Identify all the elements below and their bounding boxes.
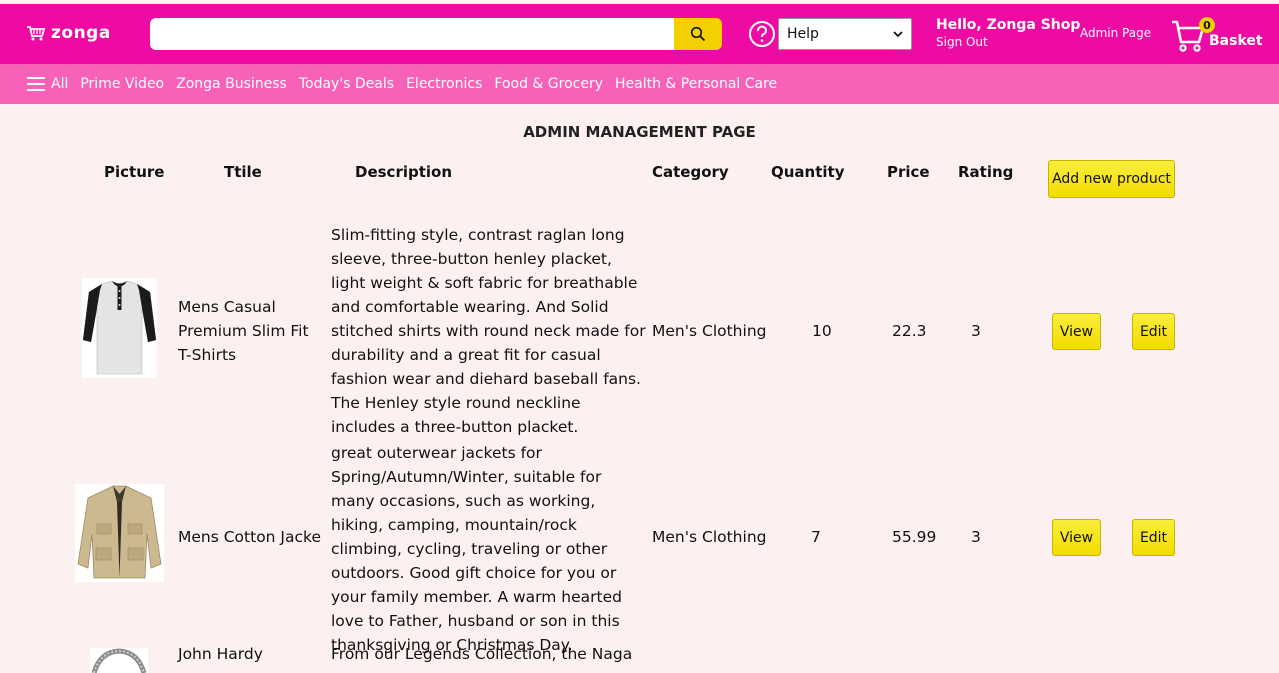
page-title: ADMIN MANAGEMENT PAGE bbox=[523, 123, 756, 141]
product-description: Slim-fitting style, contrast raglan long… bbox=[331, 226, 646, 436]
cart-logo-icon bbox=[27, 26, 46, 41]
product-image-jacket[interactable] bbox=[75, 484, 164, 582]
edit-button[interactable]: Edit bbox=[1132, 313, 1175, 350]
search-input[interactable] bbox=[150, 18, 674, 50]
product-description: great outerwear jackets for Spring/Autum… bbox=[331, 444, 622, 654]
column-header-rating: Rating bbox=[958, 163, 1014, 181]
product-category: Men's Clothing bbox=[652, 322, 767, 340]
product-description: From our Legends Collection, the Naga wa… bbox=[331, 645, 633, 673]
nav-item-electronics[interactable]: Electronics bbox=[406, 76, 482, 92]
product-price: 55.99 bbox=[892, 528, 937, 546]
help-icon[interactable] bbox=[748, 20, 776, 48]
column-header-title: Ttile bbox=[224, 163, 262, 181]
view-button[interactable]: View bbox=[1052, 519, 1101, 556]
column-header-picture: Picture bbox=[104, 163, 165, 181]
column-header-category: Category bbox=[652, 163, 729, 181]
product-image-tshirt[interactable] bbox=[82, 278, 157, 378]
product-image-bracelet[interactable] bbox=[90, 648, 148, 673]
account-greeting: Hello, Zonga Shop Sign Out bbox=[936, 17, 1080, 49]
view-button[interactable]: View bbox=[1052, 313, 1101, 350]
basket-count-badge: 0 bbox=[1199, 17, 1215, 33]
logo[interactable]: zonga bbox=[26, 23, 111, 43]
basket-label: Basket bbox=[1209, 33, 1263, 49]
nav-item-todays-deals[interactable]: Today's Deals bbox=[299, 76, 394, 92]
help-select-value: Help bbox=[787, 26, 819, 42]
logo-text: zonga bbox=[51, 23, 111, 43]
nav-item-prime-video[interactable]: Prime Video bbox=[80, 76, 164, 92]
sign-out-link[interactable]: Sign Out bbox=[936, 35, 1080, 49]
edit-button[interactable]: Edit bbox=[1132, 519, 1175, 556]
product-title: Mens Casual Premium Slim Fit T-Shirts bbox=[178, 298, 309, 364]
column-header-quantity: Quantity bbox=[771, 163, 845, 181]
top-header: zonga Help Hello, Zonga Shop Sign Out Ad… bbox=[0, 4, 1279, 64]
chevron-down-icon bbox=[893, 31, 903, 38]
basket-button[interactable]: 0 Basket bbox=[1170, 16, 1270, 56]
greeting-text: Hello, Zonga Shop bbox=[936, 17, 1081, 33]
nav-item-zonga-business[interactable]: Zonga Business bbox=[176, 76, 287, 92]
nav-all[interactable]: All bbox=[51, 76, 68, 92]
column-header-description: Description bbox=[355, 163, 453, 181]
product-quantity: 10 bbox=[812, 322, 832, 340]
product-title: Mens Cotton Jacke bbox=[178, 528, 321, 546]
product-rating: 3 bbox=[971, 322, 981, 340]
product-quantity: 7 bbox=[811, 528, 821, 546]
search-bar bbox=[150, 18, 722, 50]
search-button[interactable] bbox=[674, 18, 722, 50]
product-price: 22.3 bbox=[892, 322, 927, 340]
product-category: Men's Clothing bbox=[652, 528, 767, 546]
column-header-price: Price bbox=[887, 163, 930, 181]
search-icon bbox=[690, 26, 706, 42]
nav-item-health-personal-care[interactable]: Health & Personal Care bbox=[615, 76, 777, 92]
product-rating: 3 bbox=[971, 528, 981, 546]
product-title: John Hardy bbox=[178, 645, 263, 663]
admin-page-link[interactable]: Admin Page bbox=[1080, 26, 1151, 40]
nav-item-food-grocery[interactable]: Food & Grocery bbox=[494, 76, 603, 92]
add-new-product-button[interactable]: Add new product bbox=[1048, 160, 1175, 198]
menu-icon[interactable] bbox=[27, 77, 45, 91]
help-select[interactable]: Help bbox=[778, 18, 912, 50]
nav-bar: All Prime Video Zonga Business Today's D… bbox=[0, 64, 1279, 104]
